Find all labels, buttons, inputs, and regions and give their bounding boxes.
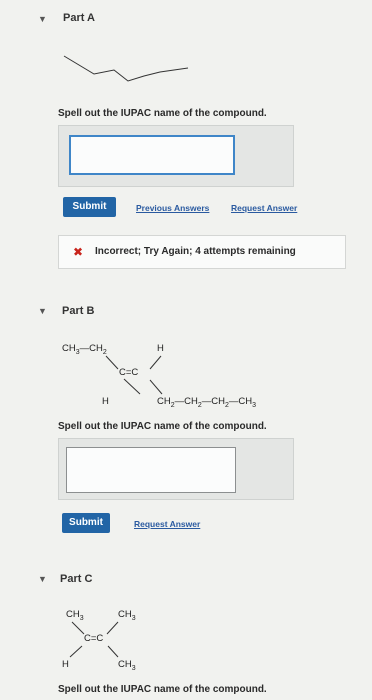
part-b-request-answer-link[interactable]: Request Answer [134,519,200,529]
part-c-bottom-left-h: H [62,659,69,670]
part-c-title: Part C [60,573,93,585]
part-a-submit-button[interactable]: Submit [63,197,116,217]
part-b-structure: CH3—CH2 H C=C H CH2—CH2—CH2—CH3 [58,338,308,412]
collapse-caret-icon-part-c[interactable]: ▼ [38,574,47,584]
part-a-previous-answers-link[interactable]: Previous Answers [136,203,209,213]
part-a-answer-input[interactable] [69,135,235,175]
part-a-feedback-box: ✖ Incorrect; Try Again; 4 attempts remai… [58,235,346,269]
part-b-prompt: Spell out the IUPAC name of the compound… [58,421,267,432]
part-a-request-answer-link[interactable]: Request Answer [231,203,297,213]
part-a-skeletal-structure [63,55,189,82]
part-a-prompt: Spell out the IUPAC name of the compound… [58,108,267,119]
part-c-double-bond: C=C [84,633,104,644]
part-b-answer-area [58,438,294,500]
collapse-caret-icon-part-a[interactable]: ▼ [38,14,47,24]
part-b-top-right-h: H [157,343,164,354]
part-b-answer-input[interactable] [66,447,236,493]
incorrect-x-icon: ✖ [73,245,84,259]
part-b-double-bond: C=C [119,367,139,378]
part-c-bottom-right-group: CH3 [118,659,136,672]
part-c-structure: CH3 CH3 C=C H CH3 [58,605,218,677]
part-c-prompt: Spell out the IUPAC name of the compound… [58,684,267,695]
part-a-answer-area [58,125,294,187]
part-b-title: Part B [62,305,95,317]
collapse-caret-icon-part-b[interactable]: ▼ [38,306,47,316]
part-b-bottom-right-group: CH2—CH2—CH2—CH3 [157,396,257,409]
part-a-title: Part A [63,12,95,24]
part-c-top-right-group: CH3 [118,609,136,622]
part-b-submit-button[interactable]: Submit [62,513,110,533]
part-b-top-left-group: CH3—CH2 [62,343,107,356]
part-b-bottom-left-h: H [102,396,109,407]
part-a-feedback-text: Incorrect; Try Again; 4 attempts remaini… [95,246,296,257]
part-c-top-left-group: CH3 [66,609,84,622]
